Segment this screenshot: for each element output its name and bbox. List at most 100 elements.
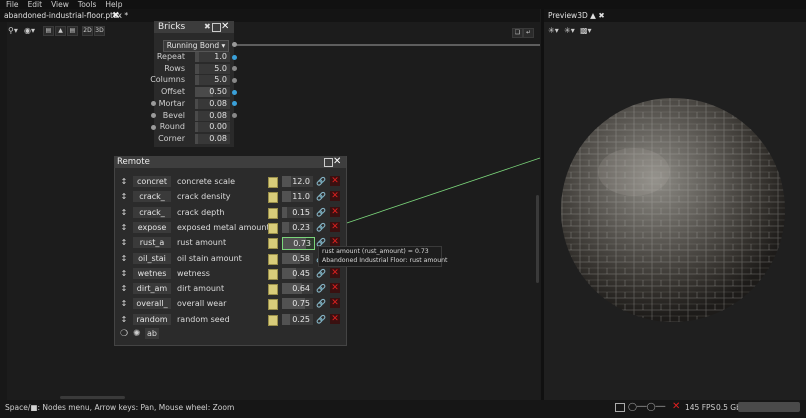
reorder-handle-icon[interactable]: ↕: [120, 191, 128, 203]
remote-param-id[interactable]: rust_a: [133, 237, 171, 249]
param-doc-icon[interactable]: [268, 299, 278, 311]
add-remote-icon[interactable]: ❍: [120, 329, 128, 339]
bricks-output-port[interactable]: [232, 42, 237, 47]
bricks-param-output-port[interactable]: [232, 77, 237, 83]
param-doc-icon[interactable]: [268, 207, 278, 219]
reorder-handle-icon[interactable]: ↕: [120, 253, 128, 265]
mode-2d-icon[interactable]: 2D: [82, 26, 93, 36]
pattern-dropdown[interactable]: Running Bond ▾: [163, 40, 229, 52]
reorder-handle-icon[interactable]: ↕: [120, 314, 128, 326]
menu-tools[interactable]: Tools: [78, 0, 96, 9]
bricks-param-input-port[interactable]: [151, 124, 156, 130]
bricks-param-field[interactable]: 5.0: [195, 75, 230, 86]
param-doc-icon[interactable]: [268, 284, 278, 296]
bricks-param-field[interactable]: 1.0: [195, 52, 230, 62]
menu-view[interactable]: View: [51, 0, 69, 9]
bricks-param-field[interactable]: 0.08: [195, 98, 230, 109]
param-doc-icon[interactable]: [268, 238, 278, 250]
status-zoom-slider[interactable]: ◯──◯──: [628, 402, 672, 411]
tab-abandoned-industrial-floor[interactable]: abandoned-industrial-floor.ptex *: [4, 10, 128, 22]
remote-param-id[interactable]: random: [133, 313, 171, 325]
reorder-handle-icon[interactable]: ↕: [120, 283, 128, 295]
preview-sphere[interactable]: [544, 22, 806, 400]
zoom-menu-icon[interactable]: ⚲▾: [8, 26, 22, 35]
align-center-icon[interactable]: ▲: [55, 26, 66, 36]
remote-param-value-field[interactable]: 12.0: [282, 176, 313, 187]
link-icon[interactable]: 🔗: [316, 176, 326, 187]
param-doc-icon[interactable]: [268, 222, 278, 234]
remote-close-icon[interactable]: ✕: [333, 156, 341, 168]
reorder-handle-icon[interactable]: ↕: [120, 207, 128, 219]
remove-param-icon[interactable]: ✕: [330, 191, 340, 202]
graph-vertical-scrollbar[interactable]: [536, 195, 539, 283]
remote-param-id[interactable]: wetnes: [133, 267, 171, 279]
preview-pin-icon[interactable]: ▲: [590, 11, 596, 20]
remove-param-icon[interactable]: ✕: [330, 176, 340, 186]
align-right-icon[interactable]: ▤: [67, 26, 78, 36]
remote-param-id[interactable]: dirt_am: [133, 283, 171, 295]
remove-param-icon[interactable]: ✕: [330, 206, 340, 217]
reorder-handle-icon[interactable]: ↕: [120, 237, 128, 249]
graph-horizontal-scrollbar[interactable]: [60, 396, 125, 399]
bricks-param-field[interactable]: 5.0: [195, 63, 230, 74]
param-doc-icon[interactable]: [268, 314, 278, 326]
rename-ab-button[interactable]: ab: [145, 328, 159, 339]
status-window-icon[interactable]: [615, 403, 625, 412]
bricks-param-field[interactable]: 0.00: [195, 122, 230, 133]
reorder-handle-icon[interactable]: ↕: [120, 298, 128, 310]
remote-param-value-field[interactable]: 0.75: [282, 298, 313, 310]
bricks-param-input-port[interactable]: [151, 113, 156, 118]
menu-edit[interactable]: Edit: [28, 0, 43, 9]
param-doc-icon[interactable]: [268, 177, 278, 188]
remote-param-id[interactable]: crack_: [133, 191, 171, 203]
remote-param-value-field[interactable]: 11.0: [282, 191, 313, 203]
param-doc-icon[interactable]: [268, 268, 278, 280]
add-named-param-icon[interactable]: ✺: [133, 329, 141, 339]
mode-3d-icon[interactable]: 3D: [94, 26, 105, 36]
link-icon[interactable]: 🔗: [316, 222, 326, 233]
preview-close-icon[interactable]: ✖: [598, 11, 604, 20]
menu-help[interactable]: Help: [105, 0, 122, 9]
remote-param-value-field[interactable]: 0.15: [282, 206, 313, 218]
remove-param-icon[interactable]: ✕: [330, 283, 340, 294]
graph-settings-icon[interactable]: ❏: [512, 28, 523, 38]
remote-minimize-icon[interactable]: [324, 158, 333, 167]
link-icon[interactable]: 🔗: [316, 298, 326, 309]
remove-param-icon[interactable]: ✕: [330, 298, 340, 309]
bricks-param-output-port[interactable]: [232, 89, 237, 95]
menu-file[interactable]: File: [6, 0, 19, 9]
view-menu-icon[interactable]: ◉▾: [24, 26, 38, 35]
param-doc-icon[interactable]: [268, 253, 278, 265]
remote-param-id[interactable]: overall_: [133, 298, 171, 310]
bricks-param-output-port[interactable]: [232, 113, 237, 118]
remote-param-value-field[interactable]: 0.23: [282, 221, 313, 233]
remove-param-icon[interactable]: ✕: [330, 313, 340, 324]
link-icon[interactable]: 🔗: [316, 283, 326, 294]
align-left-icon[interactable]: ▤: [43, 26, 54, 36]
reorder-handle-icon[interactable]: ↕: [120, 222, 128, 234]
remote-param-value-field[interactable]: 0.58: [282, 252, 313, 264]
preview3d-tab[interactable]: Preview3D ▲ ✖: [548, 9, 605, 22]
reorder-handle-icon[interactable]: ↕: [120, 176, 128, 188]
bricks-param-field[interactable]: 0.50: [195, 87, 230, 98]
bricks-close-icon[interactable]: ✕: [221, 21, 229, 32]
link-icon[interactable]: 🔗: [316, 191, 326, 202]
bricks-minimize-icon[interactable]: [212, 23, 221, 32]
remove-param-icon[interactable]: ✕: [330, 221, 340, 232]
bricks-param-field[interactable]: 0.08: [195, 133, 230, 144]
remote-param-id[interactable]: crack_: [133, 206, 171, 218]
remove-param-icon[interactable]: ✕: [330, 267, 340, 278]
link-icon[interactable]: 🔗: [316, 268, 326, 279]
remote-param-id[interactable]: oil_stai: [133, 252, 171, 264]
status-error-icon[interactable]: ✕: [672, 401, 680, 412]
tab-close-icon[interactable]: ✖: [112, 10, 120, 22]
graph-help-icon[interactable]: ↵: [523, 28, 534, 38]
remote-param-id[interactable]: concret: [133, 176, 171, 187]
reorder-handle-icon[interactable]: ↕: [120, 268, 128, 280]
link-icon[interactable]: 🔗: [316, 207, 326, 218]
remote-param-value-field[interactable]: 0.64: [282, 283, 313, 295]
remote-param-value-field[interactable]: 0.25: [282, 313, 313, 325]
remote-param-value-field[interactable]: 0.45: [282, 267, 313, 279]
param-doc-icon[interactable]: [268, 192, 278, 204]
bricks-param-output-port[interactable]: [232, 54, 237, 60]
